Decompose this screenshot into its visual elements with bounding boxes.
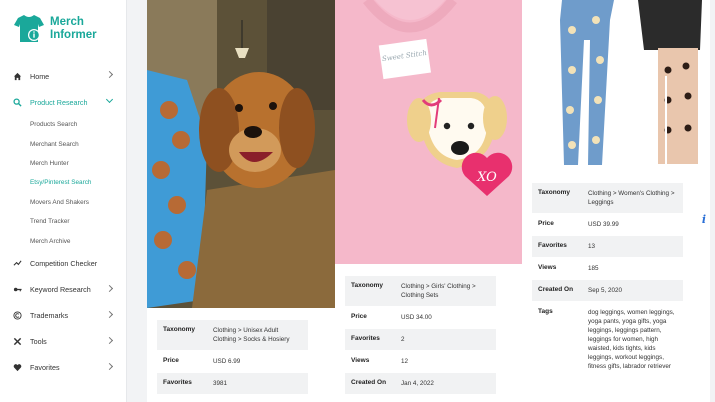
heart-icon: [13, 363, 22, 372]
detail-value: Jan 4, 2022: [401, 380, 434, 387]
detail-row-taxonomy: Taxonomy Clothing > Unisex Adult Clothin…: [157, 320, 308, 351]
product-image[interactable]: [147, 0, 335, 308]
product-image[interactable]: [522, 0, 710, 172]
sidebar-item-label: Home: [30, 71, 50, 81]
chevron-right-icon: [105, 70, 114, 79]
detail-row-views: Views 185: [532, 258, 683, 280]
product-image[interactable]: Sweet Stitch XO: [335, 0, 522, 264]
detail-key: Favorites: [538, 242, 567, 249]
detail-row-price: Price USD 39.99: [532, 214, 683, 236]
logo[interactable]: Merch Informer: [12, 14, 97, 44]
sidebar-item-competition-checker[interactable]: Competition Checker: [0, 251, 126, 277]
sidebar-subitem-etsy-pinterest-search[interactable]: Etsy/Pinterest Search: [0, 173, 126, 192]
logo-line2: Informer: [50, 29, 97, 41]
chevron-right-icon: [105, 362, 114, 370]
product-details: Taxonomy Clothing > Girls' Clothing > Cl…: [345, 276, 496, 395]
detail-key: Price: [163, 357, 179, 364]
trending-icon: [13, 259, 22, 268]
detail-value: dog leggings, women leggings, yoga pants…: [588, 309, 675, 370]
detail-key: Taxonomy: [538, 189, 571, 196]
detail-row-favorites: Favorites 2: [345, 329, 496, 351]
detail-value: 185: [588, 265, 599, 272]
sidebar-item-label: Trademarks: [30, 311, 69, 321]
detail-key: Taxonomy: [351, 282, 384, 289]
sidebar-subitem-products-search[interactable]: Products Search: [0, 115, 126, 134]
detail-row-tags: Tags dog leggings, women leggings, yoga …: [532, 302, 683, 378]
main-content: Taxonomy Clothing > Unisex Adult Clothin…: [127, 0, 715, 402]
sidebar-subitem-movers-and-shakers[interactable]: Movers And Shakers: [0, 193, 126, 212]
tshirt-logo-icon: [12, 14, 46, 44]
detail-row-taxonomy: Taxonomy Clothing > Girls' Clothing > Cl…: [345, 276, 496, 307]
chevron-right-icon: [105, 310, 114, 318]
chevron-right-icon: [105, 284, 114, 292]
detail-key: Favorites: [163, 379, 192, 386]
chevron-down-icon: [105, 95, 114, 104]
detail-key: Favorites: [351, 335, 380, 342]
sidebar-item-label: Tools: [30, 337, 47, 347]
logo-line1: Merch: [50, 16, 84, 28]
detail-key: Taxonomy: [163, 326, 196, 333]
sidebar-item-label: Keyword Research: [30, 285, 91, 295]
product-details: Taxonomy Clothing > Unisex Adult Clothin…: [157, 320, 308, 395]
sidebar-nav: Home Product Research Products Search Me…: [0, 63, 126, 381]
detail-value: 3981: [213, 380, 228, 387]
home-icon: [13, 72, 22, 81]
detail-row-created-on: Created On Sep 5, 2020: [532, 280, 683, 302]
info-icon[interactable]: i: [702, 213, 706, 226]
detail-value: USD 6.99: [213, 358, 241, 365]
detail-key: Views: [538, 264, 557, 271]
detail-row-created-on: Created On Jan 4, 2022: [345, 373, 496, 395]
sidebar: Merch Informer Home Product Research Pro…: [0, 0, 127, 402]
detail-value: Clothing > Unisex Adult Clothing > Socks…: [213, 327, 290, 343]
sidebar-item-tools[interactable]: Tools: [0, 329, 126, 355]
sidebar-item-home[interactable]: Home: [0, 63, 126, 89]
chevron-right-icon: [105, 336, 114, 344]
detail-value: 2: [401, 336, 405, 343]
sidebar-item-label: Product Research: [30, 97, 88, 107]
detail-value: Clothing > Girls' Clothing > Clothing Se…: [401, 283, 476, 299]
search-icon: [13, 97, 22, 107]
sidebar-item-trademarks[interactable]: Trademarks: [0, 303, 126, 329]
copyright-icon: [13, 311, 22, 320]
detail-key: Created On: [538, 286, 574, 293]
key-icon: [13, 285, 22, 294]
sidebar-subitem-merch-archive[interactable]: Merch Archive: [0, 231, 126, 250]
product-card[interactable]: Sweet Stitch XO Taxonomy Clothing > Girl…: [335, 0, 522, 402]
sidebar-subitem-merchant-search[interactable]: Merchant Search: [0, 134, 126, 153]
detail-row-views: Views 12: [345, 351, 496, 373]
product-card[interactable]: Taxonomy Clothing > Women's Clothing > L…: [522, 0, 710, 402]
product-details: Taxonomy Clothing > Women's Clothing > L…: [532, 183, 683, 378]
tools-icon: [13, 337, 22, 346]
detail-value: 12: [401, 358, 409, 365]
detail-value: Clothing > Women's Clothing > Leggings: [588, 190, 675, 206]
detail-row-taxonomy: Taxonomy Clothing > Women's Clothing > L…: [532, 183, 683, 214]
detail-row-price: Price USD 34.00: [345, 307, 496, 329]
detail-key: Price: [538, 220, 554, 227]
sidebar-subitem-merch-hunter[interactable]: Merch Hunter: [0, 154, 126, 173]
detail-value: USD 34.00: [401, 314, 432, 321]
detail-value: USD 39.99: [588, 221, 619, 228]
sidebar-item-keyword-research[interactable]: Keyword Research: [0, 277, 126, 303]
patch-text: XO: [476, 170, 497, 185]
detail-value: Sep 5, 2020: [588, 287, 622, 294]
detail-row-price: Price USD 6.99: [157, 351, 308, 373]
product-card[interactable]: Taxonomy Clothing > Unisex Adult Clothin…: [147, 0, 335, 402]
sidebar-item-favorites[interactable]: Favorites: [0, 355, 126, 381]
detail-key: Price: [351, 313, 367, 320]
detail-key: Created On: [351, 379, 387, 386]
sidebar-item-product-research[interactable]: Product Research: [0, 89, 126, 115]
logo-text: Merch Informer: [50, 16, 97, 42]
detail-row-favorites: Favorites 13: [532, 236, 683, 258]
detail-value: 13: [588, 243, 596, 250]
detail-key: Tags: [538, 308, 553, 315]
detail-key: Views: [351, 357, 370, 364]
sidebar-subitem-trend-tracker[interactable]: Trend Tracker: [0, 212, 126, 231]
sidebar-item-label: Competition Checker: [30, 259, 98, 269]
detail-row-favorites: Favorites 3981: [157, 373, 308, 395]
sidebar-item-label: Favorites: [30, 363, 60, 373]
